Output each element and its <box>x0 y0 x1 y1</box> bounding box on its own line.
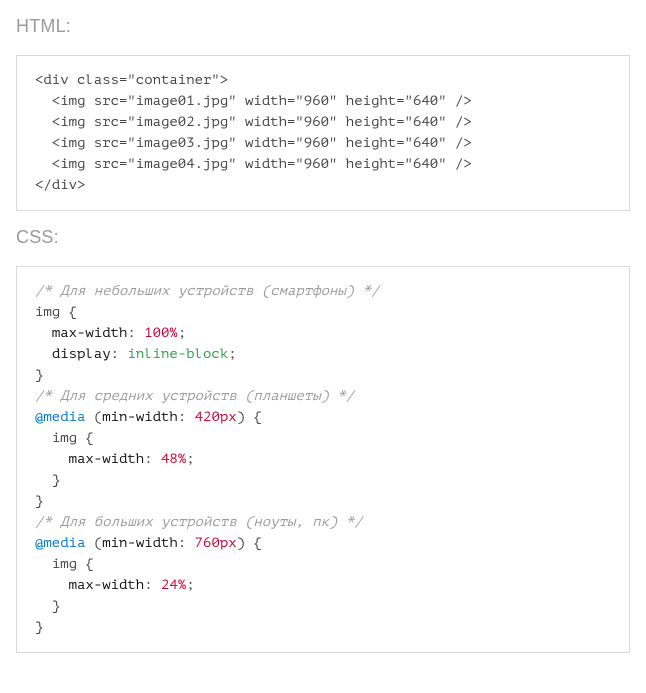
code-indent <box>35 431 52 446</box>
code-semi: ; <box>186 578 194 593</box>
code-indent <box>35 452 69 467</box>
code-brace: } <box>35 620 43 635</box>
code-value: 100% <box>144 326 178 341</box>
code-comment: /* Для небольших устройств (смартфоны) *… <box>35 284 379 299</box>
code-brace: { <box>253 536 261 551</box>
code-line: <img src="image04.jpg" width="960" heigh… <box>35 157 472 172</box>
css-code-block: /* Для небольших устройств (смартфоны) *… <box>16 266 630 653</box>
code-brace: } <box>35 494 43 509</box>
code-colon: : <box>111 347 119 362</box>
code-paren: ( <box>94 410 102 425</box>
code-indent <box>35 347 52 362</box>
html-code-block: <div class="container"> <img src="image0… <box>16 55 630 211</box>
code-property: max-width <box>52 326 128 341</box>
code-colon: : <box>144 452 152 467</box>
html-section-label: HTML: <box>16 16 630 37</box>
code-brace: { <box>69 305 77 320</box>
code-value: 760px <box>195 536 237 551</box>
code-indent <box>35 326 52 341</box>
code-value: inline-block <box>127 347 228 362</box>
code-brace: { <box>85 431 93 446</box>
code-comment: /* Для больших устройств (ноуты, пк) */ <box>35 515 363 530</box>
code-colon: : <box>144 578 152 593</box>
code-line: <img src="image03.jpg" width="960" heigh… <box>35 136 472 151</box>
code-colon: : <box>178 536 186 551</box>
code-media: @media <box>35 536 85 551</box>
code-value: 48% <box>161 452 186 467</box>
code-property: min-width <box>102 536 178 551</box>
code-comment: /* Для средних устройств (планшеты) */ <box>35 389 354 404</box>
code-brace: } <box>35 368 43 383</box>
code-property: display <box>52 347 111 362</box>
code-line: </div> <box>35 178 85 193</box>
code-indent <box>35 599 52 614</box>
code-semi: ; <box>186 452 194 467</box>
code-brace: } <box>52 473 60 488</box>
code-selector: img <box>52 431 77 446</box>
code-paren: ) <box>237 410 245 425</box>
code-selector: img <box>52 557 77 572</box>
code-indent <box>35 557 52 572</box>
code-paren: ( <box>94 536 102 551</box>
code-brace: } <box>52 599 60 614</box>
code-indent <box>35 473 52 488</box>
code-brace: { <box>253 410 261 425</box>
code-paren: ) <box>237 536 245 551</box>
code-colon: : <box>127 326 135 341</box>
code-selector: img <box>35 305 60 320</box>
code-line: <img src="image02.jpg" width="960" heigh… <box>35 115 472 130</box>
code-brace: { <box>85 557 93 572</box>
code-line: <img src="image01.jpg" width="960" heigh… <box>35 94 472 109</box>
code-property: max-width <box>69 452 145 467</box>
code-value: 24% <box>161 578 186 593</box>
code-line: <div class="container"> <box>35 73 228 88</box>
code-value: 420px <box>195 410 237 425</box>
code-colon: : <box>178 410 186 425</box>
code-indent <box>35 578 69 593</box>
code-media: @media <box>35 410 85 425</box>
code-semi: ; <box>228 347 236 362</box>
css-section-label: CSS: <box>16 227 630 248</box>
code-property: max-width <box>69 578 145 593</box>
code-semi: ; <box>178 326 186 341</box>
code-property: min-width <box>102 410 178 425</box>
